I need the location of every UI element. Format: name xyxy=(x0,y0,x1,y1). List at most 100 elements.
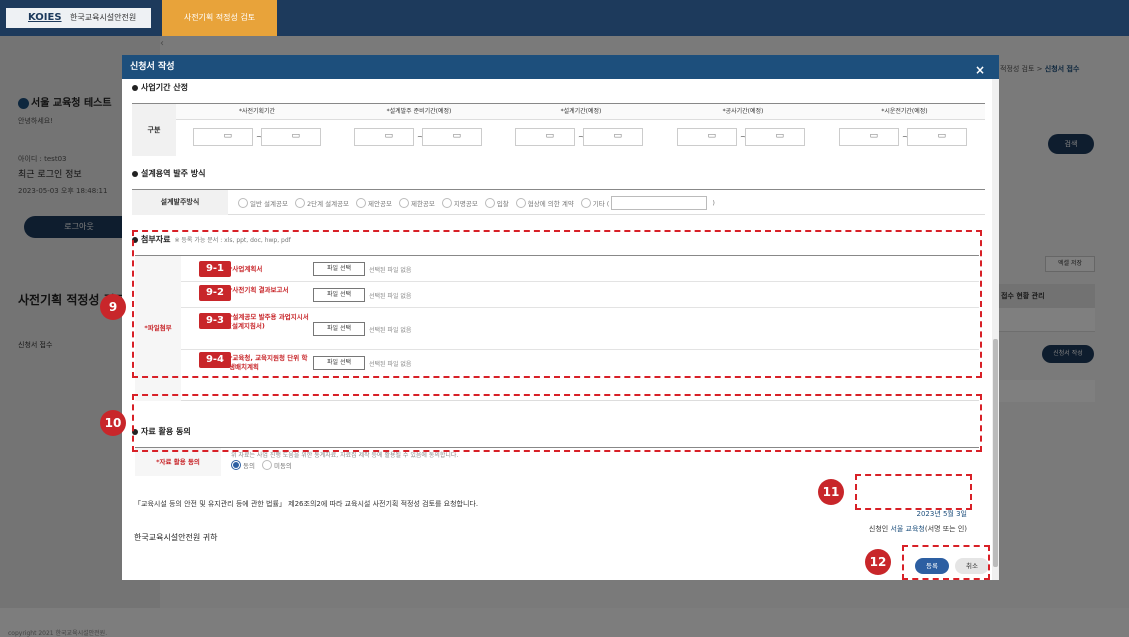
start-date-input[interactable] xyxy=(193,128,253,146)
period-col-header: *사전기획기간 xyxy=(176,104,338,120)
attach-label: *설계공모 발주용 과업지시서(설계지침서) xyxy=(229,313,309,330)
file-select-button[interactable]: 파일 선택 xyxy=(313,356,365,370)
radio-icon[interactable] xyxy=(398,198,409,208)
method-option-label: 지명공모 xyxy=(453,200,478,208)
start-date-input[interactable] xyxy=(677,128,737,146)
radio-icon[interactable] xyxy=(261,460,272,470)
method-section-title: 설계용역 발주 방식 xyxy=(132,168,205,179)
application-modal: 신청서 작성 × 사업기간 산정 구분 *사전기획기간 *설계발주 준비기간(예… xyxy=(122,55,999,580)
period-section-text: 사업기간 산정 xyxy=(141,83,188,92)
radio-icon[interactable] xyxy=(484,198,495,208)
start-date-input[interactable] xyxy=(839,128,899,146)
bullet-icon xyxy=(132,428,138,435)
scrollbar[interactable] xyxy=(992,79,999,580)
attach-row: 9-2 *사전기획 결과보고서 파일 선택 선택된 파일 없음 xyxy=(181,282,979,308)
logo[interactable]: KOIES 한국교육시설안전원 xyxy=(6,8,151,28)
attach-row-label: *파일첨부 xyxy=(135,256,181,401)
period-col-2: *설계발주 준비기간(예정) xyxy=(386,108,452,115)
consent-yes[interactable]: 동의 xyxy=(231,460,255,470)
cancel-button[interactable]: 취소 xyxy=(955,558,989,574)
method-table: 설계발주방식 일반 설계공모 2단계 설계공모 제안공모 제한공모 지명공모 입… xyxy=(132,189,985,215)
method-option-label: 일반 설계공모 xyxy=(250,200,288,208)
method-option[interactable]: 일반 설계공모 xyxy=(238,198,288,208)
attach-row: 9-3 *설계공모 발주용 과업지시서(설계지침서) 파일 선택 선택된 파일 … xyxy=(181,308,979,350)
etc-close-paren: ) xyxy=(712,199,715,207)
period-col-5: *시운전기간(예정) xyxy=(881,108,928,115)
sign-line: 신청인 서울 교육청(서명 또는 인) xyxy=(869,524,967,534)
file-select-button[interactable]: 파일 선택 xyxy=(313,288,365,302)
end-date-input[interactable] xyxy=(745,128,805,146)
register-button[interactable]: 등록 xyxy=(915,558,949,574)
attach-label: *교육청, 교육지원청 단위 학생배치계획 xyxy=(229,354,308,371)
period-col-4: *공사기간(예정) xyxy=(722,108,764,115)
method-option-label: 제한공모 xyxy=(410,200,435,208)
period-col-3: *설계기간(예정) xyxy=(560,108,602,115)
consent-text: 위 자료는 사업 진행 도움을 위한 통계자료, 자료집 제작 등에 활용될 수… xyxy=(231,452,459,459)
no-file-text: 선택된 파일 없음 xyxy=(369,267,412,274)
consent-yes-label: 동의 xyxy=(243,462,255,470)
method-option[interactable]: 제한공모 xyxy=(398,198,435,208)
attach-label: *사전기획 결과보고서 xyxy=(229,286,289,294)
copyright: copyright 2021 한국교육시설안전원. xyxy=(8,630,108,637)
radio-icon[interactable] xyxy=(580,198,591,208)
method-option[interactable]: 협상에 의한 계약 xyxy=(515,198,574,208)
radio-icon[interactable] xyxy=(441,198,452,208)
start-date-input[interactable] xyxy=(515,128,575,146)
method-option[interactable]: 2단계 설계공모 xyxy=(294,198,350,208)
modal-header: 신청서 작성 × xyxy=(122,55,999,79)
file-select-button[interactable]: 파일 선택 xyxy=(313,322,365,336)
radio-icon[interactable] xyxy=(238,198,248,208)
end-date-input[interactable] xyxy=(261,128,321,146)
no-file-text: 선택된 파일 없음 xyxy=(369,327,412,334)
start-date-input[interactable] xyxy=(354,128,414,146)
callout-9: 9 xyxy=(100,294,126,320)
modal-title: 신청서 작성 xyxy=(130,62,175,72)
no-file-text: 선택된 파일 없음 xyxy=(369,361,412,368)
end-date-input[interactable] xyxy=(907,128,967,146)
radio-checked-icon[interactable] xyxy=(231,460,241,470)
method-label: 설계발주방식 xyxy=(132,190,228,215)
radio-icon[interactable] xyxy=(356,198,367,208)
attach-note: ※ 등록 가능 문서 : xls, ppt, doc, hwp, pdf xyxy=(174,237,291,244)
logo-abbr: KOIES xyxy=(28,12,62,23)
method-option-label: 기타 ( xyxy=(592,200,610,208)
tab-pre-planning[interactable]: 사전기획 적정성 검토 xyxy=(162,0,277,36)
no-file-text: 선택된 파일 없음 xyxy=(369,293,412,300)
method-option-label: 2단계 설계공모 xyxy=(306,200,350,208)
bullet-icon xyxy=(132,236,138,243)
period-col-header: *설계기간(예정) xyxy=(500,104,662,120)
method-option[interactable]: 기타 () xyxy=(580,196,715,210)
period-table: 구분 *사전기획기간 *설계발주 준비기간(예정) *설계기간(예정) *공사기… xyxy=(132,103,985,156)
sign-name: 서울 교육청 xyxy=(890,525,925,533)
radio-icon[interactable] xyxy=(294,198,305,208)
sign-suffix: (서명 또는 인) xyxy=(924,525,967,533)
method-option-label: 협상에 의한 계약 xyxy=(527,200,574,208)
file-select-button[interactable]: 파일 선택 xyxy=(313,262,365,276)
consent-section-title: 자료 활용 동의 xyxy=(132,426,191,437)
attach-section-text: 첨부자료 xyxy=(141,235,171,244)
addressee: 한국교육시설안전원 귀하 xyxy=(134,533,218,542)
method-option[interactable]: 제안공모 xyxy=(356,198,392,208)
method-option[interactable]: 지명공모 xyxy=(441,198,478,208)
callout-10: 10 xyxy=(100,410,126,436)
period-col-header: *공사기간(예정) xyxy=(662,104,824,120)
end-date-input[interactable] xyxy=(422,128,482,146)
sign-date: 2023년 5월 3일 xyxy=(916,510,968,518)
logo-text: 한국교육시설안전원 xyxy=(70,13,137,22)
attach-row: 9-1 *사업계획서 파일 선택 선택된 파일 없음 xyxy=(181,256,979,282)
etc-input[interactable] xyxy=(611,196,708,210)
scrollbar-thumb[interactable] xyxy=(993,339,998,567)
radio-icon[interactable] xyxy=(515,198,526,208)
end-date-input[interactable] xyxy=(583,128,643,146)
consent-no-label: 미동의 xyxy=(273,462,292,470)
consent-radio-group: 동의 미동의 xyxy=(231,460,299,470)
consent-no[interactable]: 미동의 xyxy=(261,460,292,470)
method-option-label: 입찰 xyxy=(496,200,509,208)
law-text: 「교육시설 등의 안전 및 유지관리 등에 관한 법률」 제26조의2에 따라 … xyxy=(134,500,479,508)
period-section-title: 사업기간 산정 xyxy=(132,82,188,93)
consent-label: *자료 활용 동의 xyxy=(135,448,221,476)
period-col-header: *설계발주 준비기간(예정) xyxy=(338,104,500,120)
callout-11: 11 xyxy=(818,479,844,505)
method-option[interactable]: 입찰 xyxy=(484,198,509,208)
callout-tag: 9-4 xyxy=(199,352,231,368)
